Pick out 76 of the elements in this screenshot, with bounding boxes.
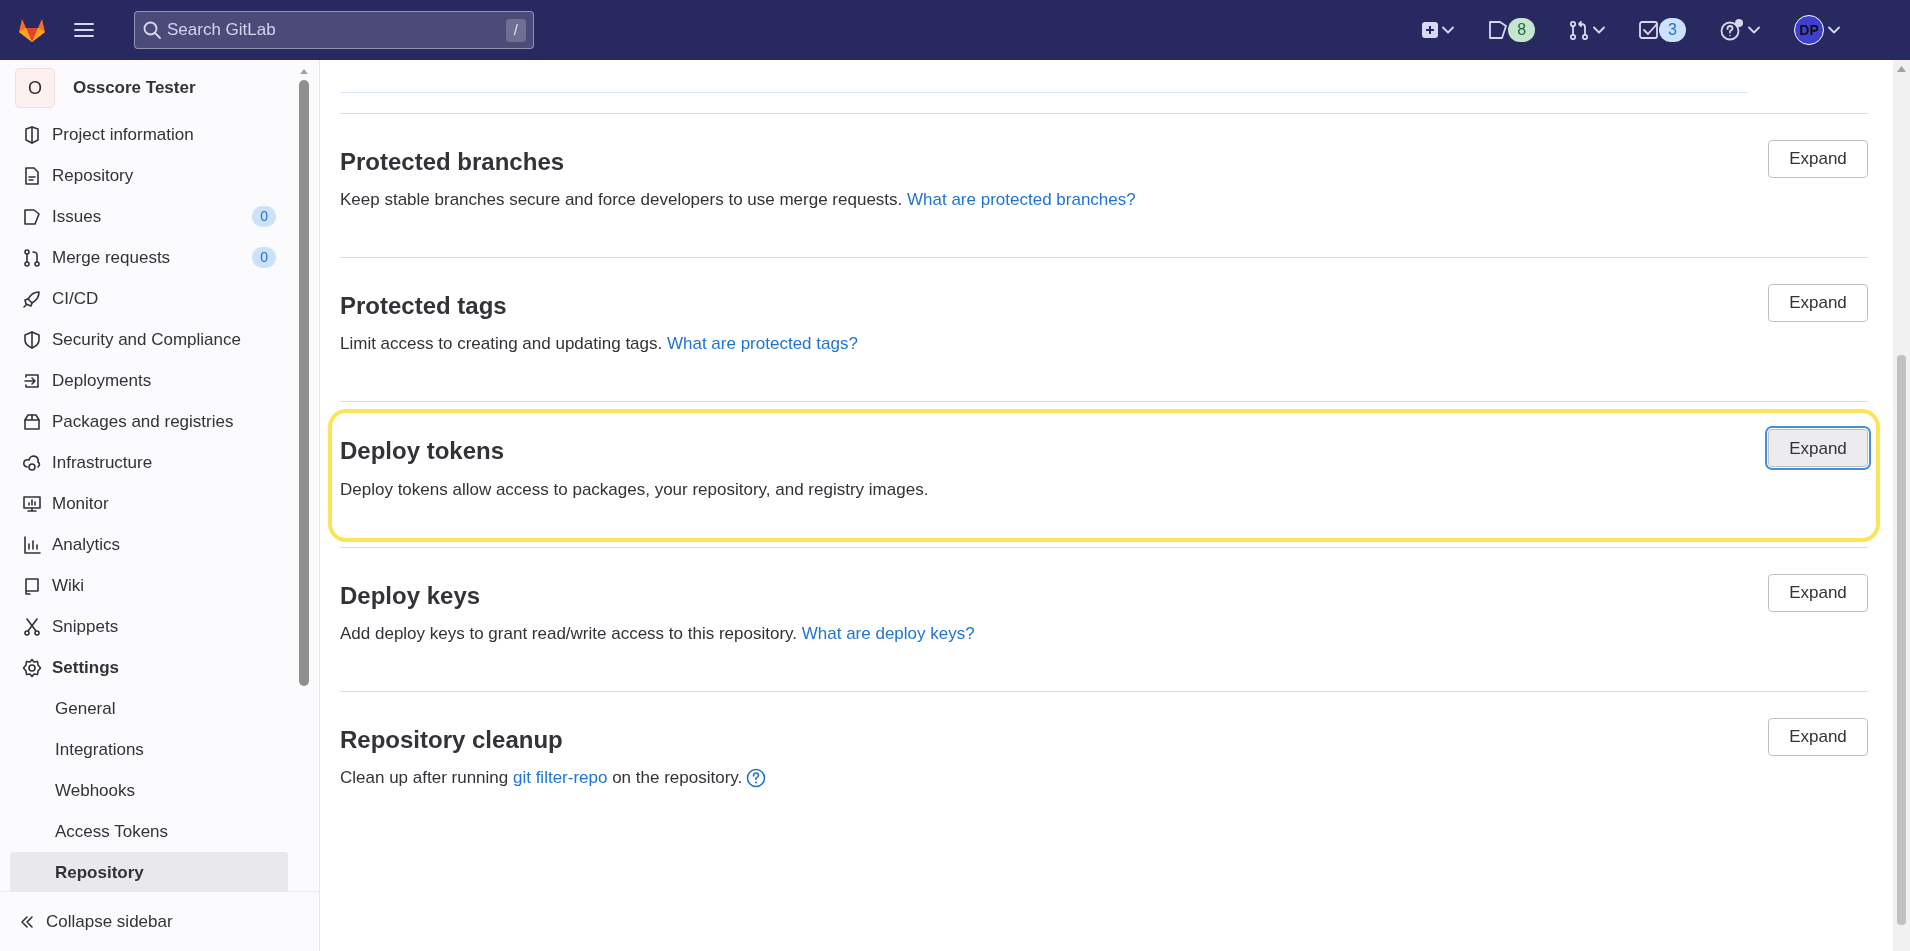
- issue-icon: [1488, 20, 1509, 40]
- sidebar-item[interactable]: Security and Compliance: [10, 319, 288, 360]
- sidebar-item[interactable]: Repository: [10, 155, 288, 196]
- section-description: Deploy tokens allow access to packages, your repository, and registry images.: [340, 478, 929, 501]
- package-icon: [22, 411, 42, 432]
- rocket-icon: [22, 288, 42, 309]
- help-icon[interactable]: [746, 767, 767, 788]
- gitlab-logo-icon[interactable]: [18, 17, 46, 43]
- checkbox-icon: [1639, 20, 1660, 40]
- chevron-down-icon: [1442, 26, 1455, 34]
- search-icon: [143, 21, 161, 39]
- collapse-sidebar-button[interactable]: Collapse sidebar: [20, 908, 173, 935]
- chevron-down-icon: [1828, 26, 1840, 34]
- section-heading: Deploy tokens: [340, 436, 506, 467]
- shortcut-key: /: [505, 19, 526, 42]
- sidebar-item[interactable]: Infrastructure: [10, 442, 288, 483]
- sidebar-item[interactable]: Wiki: [10, 565, 288, 606]
- expand-button[interactable]: Expand: [1768, 717, 1868, 756]
- sidebar-item[interactable]: General: [10, 688, 288, 729]
- sidebar-item[interactable]: Analytics: [10, 524, 288, 565]
- issue-icon: [22, 206, 42, 227]
- count-badge: 0: [252, 247, 276, 268]
- sidebar-item[interactable]: Snippets: [10, 606, 288, 647]
- project-avatar: O: [15, 68, 55, 108]
- section-description: Add deploy keys to grant read/write access to this repository. What are deploy keys?: [340, 622, 975, 645]
- help-icon: [1720, 19, 1744, 41]
- sidebar-item[interactable]: Repository: [10, 852, 288, 891]
- sidebar-item[interactable]: Merge requests 0: [10, 237, 288, 278]
- menu-icon[interactable]: [74, 22, 94, 38]
- issues-button[interactable]: 8: [1484, 14, 1540, 46]
- sidebar-item[interactable]: Deployments: [10, 360, 288, 401]
- section-description: Keep stable branches secure and force developers to use merge requests. What are protected branches?: [340, 189, 1136, 212]
- chevron-down-icon: [1593, 26, 1606, 34]
- sidebar-item[interactable]: Monitor: [10, 483, 288, 524]
- document-icon: [22, 165, 42, 186]
- shield-half-icon: [22, 124, 42, 145]
- sidebar-item[interactable]: Issues 0: [10, 196, 288, 237]
- section-heading: Protected branches: [340, 147, 566, 177]
- chevron-down-icon: [1748, 26, 1760, 34]
- sidebar-item[interactable]: Access Tokens: [10, 811, 288, 852]
- count-badge: 0: [252, 206, 276, 227]
- monitor-icon: [22, 493, 42, 514]
- sidebar-item[interactable]: CI/CD: [10, 278, 288, 319]
- section-heading: Repository cleanup: [340, 724, 564, 755]
- help-link[interactable]: What are protected tags?: [666, 334, 858, 354]
- todos-count: 3: [1659, 18, 1686, 42]
- help-link[interactable]: What are deploy keys?: [801, 623, 975, 643]
- expand-button[interactable]: Expand: [1768, 429, 1868, 468]
- sidebar-item[interactable]: Project information: [10, 114, 288, 155]
- merge-request-icon: [1569, 20, 1590, 40]
- cloud-gear-icon: [22, 452, 42, 473]
- help-link[interactable]: git filter-repo: [512, 767, 608, 787]
- plus-square-icon: [1422, 22, 1439, 38]
- double-chevron-left-icon: [20, 914, 34, 929]
- scissors-icon: [22, 616, 42, 637]
- expand-button[interactable]: Expand: [1768, 573, 1868, 612]
- shield-icon: [22, 329, 42, 350]
- project-name[interactable]: Osscore Tester: [73, 75, 196, 101]
- gear-icon: [22, 657, 42, 678]
- book-icon: [22, 575, 42, 596]
- section-heading: Deploy keys: [340, 580, 482, 611]
- todos-button[interactable]: 3: [1635, 14, 1690, 46]
- issues-count: 8: [1508, 18, 1536, 42]
- merge-request-icon: [22, 247, 42, 268]
- expand-button[interactable]: Expand: [1768, 284, 1868, 323]
- sidebar-item[interactable]: Integrations: [10, 729, 288, 770]
- sidebar-item[interactable]: Settings: [10, 647, 288, 688]
- sidebar-item[interactable]: Packages and registries: [10, 401, 288, 442]
- expand-button[interactable]: Expand: [1768, 140, 1868, 178]
- section-description: Clean up after running git filter-repo on the repository.: [340, 766, 743, 789]
- help-link[interactable]: What are protected branches?: [907, 190, 1136, 210]
- sidebar-item[interactable]: Webhooks: [10, 770, 288, 811]
- user-avatar: DP: [1794, 15, 1824, 45]
- bar-chart-icon: [22, 534, 42, 555]
- section-description: Limit access to creating and updating tags. What are protected tags?: [340, 333, 858, 356]
- section-heading: Protected tags: [340, 291, 508, 322]
